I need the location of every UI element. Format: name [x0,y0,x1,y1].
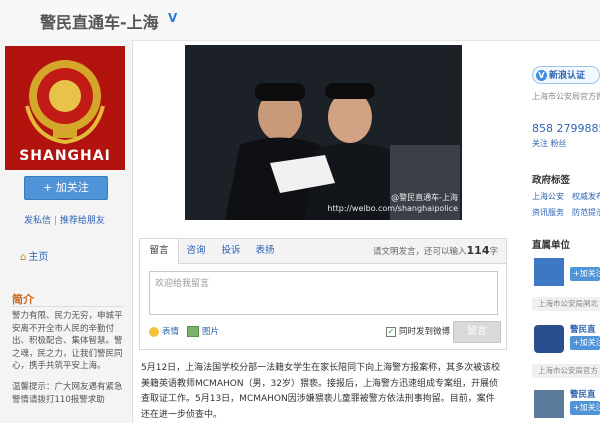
emoji-label: 表情 [162,327,180,337]
message-input[interactable]: 欢迎给我留言 [149,271,498,315]
image-icon [187,326,199,337]
watermark-name: @警民直通车-上海 [391,193,458,202]
tab-consult[interactable]: 咨询 [178,239,214,263]
send-message-link[interactable]: 发私信 [24,216,51,226]
right-sidebar: V 新浪认证 上海市公安局官方微 858 2799885 关注 粉丝 政府标签 上… [524,40,600,423]
units-heading: 直属单位 [532,240,571,251]
unit-description: 上海市公安局闸北 [532,297,600,311]
tag-link[interactable]: 防范提示 [572,207,600,218]
avatar[interactable]: SHANGHAI [5,46,125,170]
avatar-text: SHANGHAI [19,148,111,164]
intro-text: 警力有限、民力无穷，申城平安离不开全市人民的辛勤付出、积极配合、集体智慧。警之魂… [12,311,123,371]
intro-heading: 简介 [12,293,34,306]
message-box: 留言 咨询 投诉 表扬 请文明发言，还可以输入114字 欢迎给我留言 表情 图片… [139,238,507,350]
tag-link[interactable]: 上海公安 [532,191,564,202]
post-photo[interactable]: @警民直通车-上海 http://weibo.com/shanghaipolic… [185,45,462,220]
follow-button[interactable]: + 加关注 [24,176,108,200]
home-icon: ⌂ [20,252,27,263]
verify-label: 新浪认证 [549,71,586,81]
unit-description: 上海市公安局官方 [532,364,600,378]
unit-avatar[interactable] [534,258,564,286]
follow-stats-labels: 关注 粉丝 [532,139,567,148]
tags-heading: 政府标签 [532,175,571,186]
watermark-url: http://weibo.com/shanghaipolice [327,204,458,213]
tag-link[interactable]: 资讯服务 [532,207,564,218]
emoji-button[interactable]: 表情 [149,325,179,337]
verified-v-icon: V [536,70,547,81]
tab-praise[interactable]: 表扬 [248,239,282,263]
post-text: 5月12日，上海法国学校分部一法籍女学生在家长陪同下向上海警方报案称，其多次被该… [141,363,501,420]
verify-badge[interactable]: V 新浪认证 [532,66,600,84]
image-label: 图片 [202,327,220,337]
unit-follow-button[interactable]: +加关注 [570,401,600,415]
smiley-icon [149,326,159,337]
submit-button[interactable]: 留言 [453,321,501,343]
recommend-link[interactable]: 推荐给朋友 [60,216,105,226]
unit-name[interactable]: 警民直 [570,323,596,335]
emergency-tip: 温馨提示：广大网友遇有紧急警情请拨打110报警求助 [12,382,123,405]
unit-follow-button[interactable]: +加关注 [570,336,600,350]
unit-follow-button[interactable]: +加关注 [570,267,600,281]
tag-link[interactable]: 权威发布 [572,191,600,202]
sync-weibo-checkbox[interactable]: ✓ 同时发到微博 [386,325,450,337]
profile-links: 发私信 | 推荐给朋友 [24,213,124,226]
image-button[interactable]: 图片 [187,325,219,337]
follow-stats[interactable]: 858 2799885 [532,122,600,135]
home-label: 主页 [28,252,49,263]
char-counter: 请文明发言，还可以输入114字 [373,239,498,264]
sync-label: 同时发到微博 [399,327,451,337]
verify-description: 上海市公安局官方微 [532,92,600,101]
unit-avatar[interactable] [534,390,564,418]
home-link[interactable]: ⌂ 主页 [20,248,48,263]
counter-prefix: 请文明发言，还可以输入 [373,247,467,257]
unit-avatar[interactable] [534,325,564,353]
left-sidebar: SHANGHAI + 加关注 发私信 | 推荐给朋友 ⌂ 主页 简介 警力有限、民… [0,40,133,423]
tab-message[interactable]: 留言 [140,239,179,264]
unit-name[interactable]: 警民直 [570,388,596,400]
link-separator: | [53,216,57,226]
page-title: 警民直通车-上海 [40,13,159,32]
divider [12,306,124,307]
tab-complaint[interactable]: 投诉 [214,239,248,263]
counter-suffix: 字 [489,247,498,257]
checkbox-checked-icon: ✓ [386,326,396,337]
counter-value: 114 [466,244,490,257]
message-tabs: 留言 咨询 投诉 表扬 请文明发言，还可以输入114字 [140,239,506,264]
top-bar: 警民直通车-上海 V [0,0,600,41]
photo-watermark: @警民直通车-上海 http://weibo.com/shanghaipolic… [327,192,458,214]
verified-v-icon: V [168,11,178,25]
